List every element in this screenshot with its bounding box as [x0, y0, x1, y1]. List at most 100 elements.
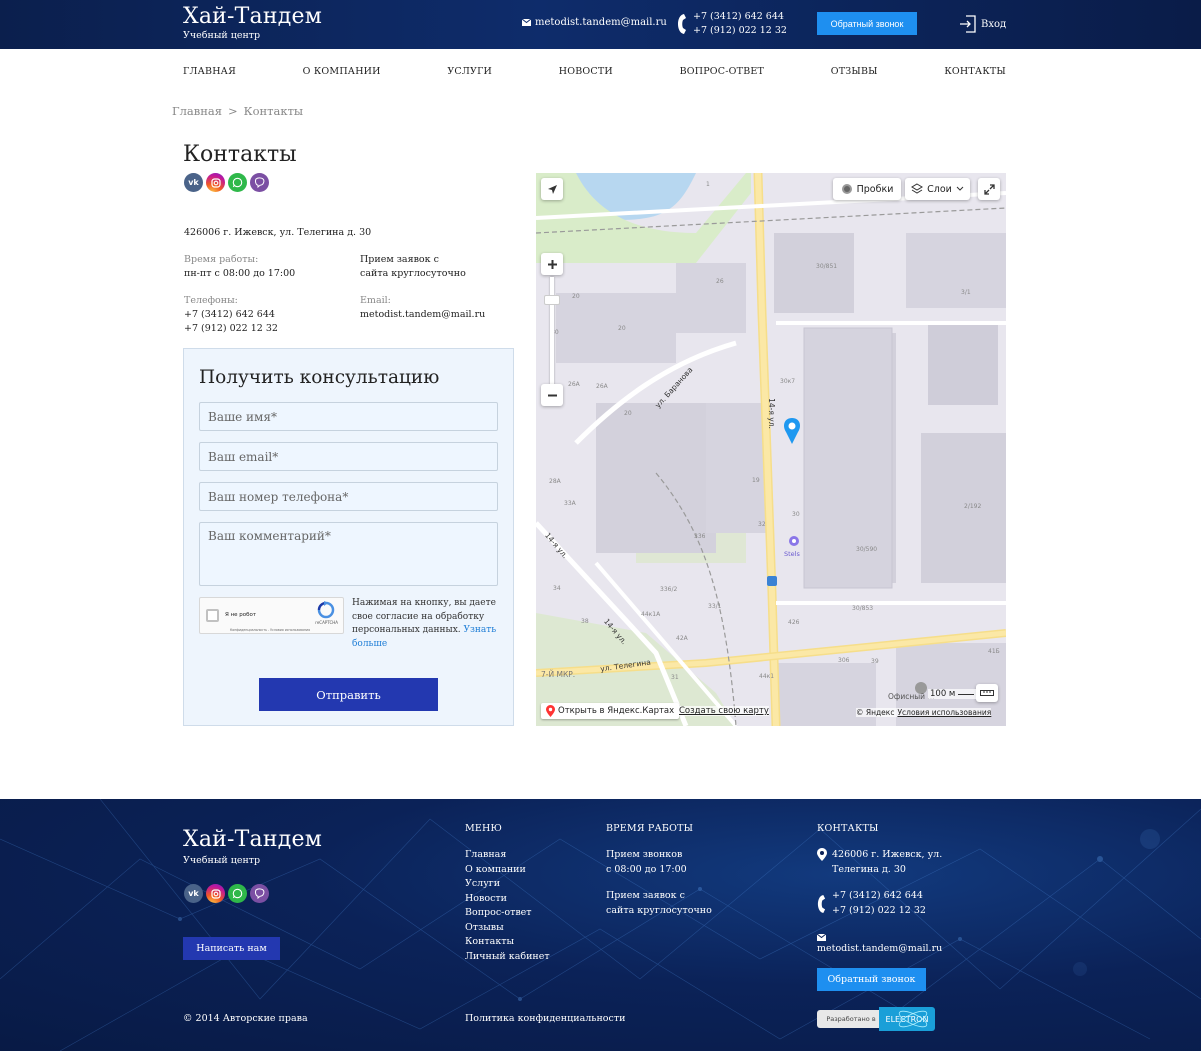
form-title: Получить консультацию [199, 367, 440, 388]
create-map-link[interactable]: Создать свою карту [679, 706, 769, 716]
footer-menu-item-news[interactable]: Новости [465, 892, 550, 907]
footer-logo-subtitle: Учебный центр [183, 855, 261, 866]
email-field[interactable] [199, 442, 498, 471]
map-scale: 100 м [928, 689, 977, 699]
terms-link[interactable]: Условия использования [897, 708, 991, 717]
breadcrumb-current: Контакты [243, 104, 304, 118]
social-links: vk [184, 173, 269, 192]
layers-label: Слои [927, 183, 952, 195]
header-email-text: metodist.tandem@mail.ru [535, 17, 667, 28]
email-label: Email: [360, 295, 391, 306]
login-icon [960, 15, 976, 33]
ruler-button[interactable] [976, 684, 998, 702]
phone-field[interactable] [199, 482, 498, 511]
zoom-slider-track[interactable] [550, 277, 554, 385]
whatsapp-icon[interactable] [228, 884, 247, 903]
developer-badge[interactable]: Разработано в ELECTRON [817, 1007, 935, 1031]
header-logo[interactable]: Хай-Тандем Учебный центр [183, 4, 322, 41]
location-pin-icon [817, 848, 827, 861]
zoom-out-button[interactable] [541, 384, 563, 406]
nav-item-faq[interactable]: ВОПРОС-ОТВЕТ [680, 66, 765, 77]
comment-field[interactable] [199, 522, 498, 586]
hours-label: Время работы: [184, 254, 259, 265]
login-link[interactable]: Вход [959, 14, 1006, 34]
footer-hours-title: ВРЕМЯ РАБОТЫ [606, 823, 694, 834]
requests-line-1: Прием заявок с [360, 254, 439, 265]
footer-callback-button[interactable]: Обратный звонок [817, 968, 926, 991]
instagram-icon[interactable] [206, 884, 225, 903]
nav-item-home[interactable]: ГЛАВНАЯ [183, 66, 236, 77]
traffic-label: Пробки [856, 183, 894, 195]
layers-icon [911, 183, 924, 194]
map-copyright: © Яндекс Условия использования [856, 708, 992, 717]
consent-text: Нажимая на кнопку, вы даете свое согласи… [352, 597, 502, 651]
geolocation-button[interactable] [541, 178, 563, 200]
chevron-down-icon [956, 186, 964, 191]
footer-logo-title[interactable]: Хай-Тандем [183, 827, 322, 853]
email-block: Email: metodist.tandem@mail.ru [360, 294, 485, 322]
requests-line-2: сайта круглосуточно [360, 268, 466, 279]
recaptcha-checkbox[interactable] [206, 609, 219, 622]
phone-icon [678, 14, 686, 34]
layers-button[interactable]: Слои [905, 178, 970, 200]
whatsapp-icon[interactable] [228, 173, 247, 192]
footer-hours: Прием звонков с 08:00 до 17:00 [606, 848, 687, 877]
recaptcha-brand: reCAPTCHA [315, 620, 338, 625]
footer-phone-1[interactable]: +7 (3412) 642 644 [832, 889, 926, 904]
privacy-policy-link[interactable]: Политика конфиденциальности [465, 1012, 625, 1027]
footer-menu-item-home[interactable]: Главная [465, 848, 550, 863]
header-email[interactable]: metodist.tandem@mail.ru [522, 17, 667, 28]
recaptcha-links[interactable]: Конфиденциальность - Условия использован… [230, 628, 310, 632]
vk-icon[interactable]: vk [184, 884, 203, 903]
header-phone-1[interactable]: +7 (3412) 642 644 [693, 10, 787, 24]
map-canvas[interactable] [536, 173, 1006, 726]
footer-menu-item-services[interactable]: Услуги [465, 877, 550, 892]
fullscreen-button[interactable] [978, 178, 1000, 200]
nav-item-services[interactable]: УСЛУГИ [447, 66, 492, 77]
nav-item-news[interactable]: НОВОСТИ [559, 66, 613, 77]
name-field[interactable] [199, 402, 498, 431]
open-in-yandex-label: Открыть в Яндекс.Картах [558, 706, 675, 716]
traffic-icon [841, 184, 852, 194]
traffic-button[interactable]: Пробки [833, 178, 901, 200]
instagram-icon[interactable] [206, 173, 225, 192]
viber-icon[interactable] [250, 173, 269, 192]
vk-icon[interactable]: vk [184, 173, 203, 192]
footer-menu-item-reviews[interactable]: Отзывы [465, 921, 550, 936]
callback-button[interactable]: Обратный звонок [817, 12, 917, 35]
open-in-yandex-link[interactable]: Открыть в Яндекс.Картах [541, 703, 680, 719]
footer-menu-title: МЕНЮ [465, 823, 503, 834]
zoom-in-button[interactable] [541, 253, 563, 275]
header-phone-2[interactable]: +7 (912) 022 12 32 [693, 24, 787, 38]
contact-phone-2[interactable]: +7 (912) 022 12 32 [184, 322, 278, 336]
contact-email[interactable]: metodist.tandem@mail.ru [360, 308, 485, 322]
yandex-map[interactable]: ул. Баранова 14-я ул. 14-я ул. 14-я ул. … [536, 173, 1006, 726]
address: 426006 г. Ижевск, ул. Телегина д. 30 [184, 227, 372, 238]
footer-requests: Прием заявок с сайта круглосуточно [606, 889, 712, 918]
header-phones[interactable]: +7 (3412) 642 644 +7 (912) 022 12 32 [677, 10, 787, 38]
footer-phones: +7 (3412) 642 644 +7 (912) 022 12 32 [832, 889, 926, 918]
submit-button[interactable]: Отправить [259, 678, 438, 711]
nav-item-contacts[interactable]: КОНТАКТЫ [944, 66, 1006, 77]
breadcrumb-home[interactable]: Главная [172, 104, 222, 118]
contact-phone-1[interactable]: +7 (3412) 642 644 [184, 308, 278, 322]
footer-phone-2[interactable]: +7 (912) 022 12 32 [832, 904, 926, 919]
nav-item-reviews[interactable]: ОТЗЫВЫ [831, 66, 878, 77]
footer-hours-line-1: Прием звонков [606, 849, 683, 860]
phones-block: Телефоны: +7 (3412) 642 644 +7 (912) 022… [184, 294, 278, 336]
footer-menu-item-about[interactable]: О компании [465, 863, 550, 878]
write-us-button[interactable]: Написать нам [183, 937, 280, 960]
recaptcha-label: Я не робот [225, 612, 257, 618]
footer-menu-item-account[interactable]: Личный кабинет [465, 950, 550, 965]
zoom-slider-handle[interactable] [544, 295, 560, 305]
phone-icon [817, 895, 826, 913]
footer: Хай-Тандем Учебный центр vk Написать нам… [0, 799, 1201, 1051]
footer-menu-item-contacts[interactable]: Контакты [465, 935, 550, 950]
footer-menu-item-faq[interactable]: Вопрос-ответ [465, 906, 550, 921]
footer-hours-line-2: с 08:00 до 17:00 [606, 863, 687, 875]
viber-icon[interactable] [250, 884, 269, 903]
footer-email[interactable]: metodist.tandem@mail.ru [817, 942, 942, 957]
footer-address: 426006 г. Ижевск, ул. Телегина д. 30 [832, 848, 942, 877]
nav-item-about[interactable]: О КОМПАНИИ [303, 66, 381, 77]
breadcrumb-separator: > [228, 104, 238, 118]
